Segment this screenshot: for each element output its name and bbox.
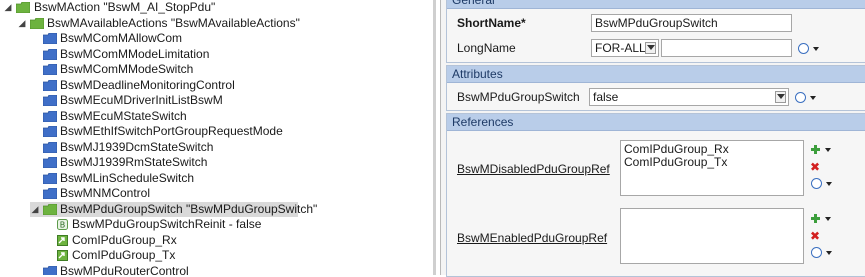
folder-blue-icon	[43, 126, 57, 137]
folder-blue-icon	[43, 79, 57, 91]
folder-blue-icon	[43, 95, 57, 106]
tree-item-label: BswMPduGroupSwitch "BswMPduGroupSwitch"	[60, 201, 318, 216]
general-section: General ShortName* BswMPduGroupSwitch Lo…	[446, 0, 865, 63]
delete-icon[interactable]: ✖	[810, 161, 820, 173]
tree-item[interactable]: BswMLinScheduleSwitch	[0, 171, 433, 186]
tree-item-label: BswMEcuMDriverInitListBswM	[60, 93, 223, 107]
folder-blue-icon	[43, 48, 57, 60]
chevron-down-icon[interactable]: ◢	[17, 16, 27, 31]
longname-label: LongName	[457, 41, 516, 55]
chevron-down-icon[interactable]	[813, 47, 819, 51]
longname-language-value: FOR-ALL	[595, 41, 646, 55]
tree-item[interactable]: BswMEcuMDriverInitListBswM	[0, 93, 433, 108]
tree-item[interactable]: BswMEthIfSwitchPortGroupRequestMode	[0, 124, 433, 139]
tree-item-label: BswMDeadlineMonitoringControl	[60, 77, 235, 92]
longname-language-select[interactable]: FOR-ALL	[591, 39, 659, 57]
tree-item[interactable]: BswMDeadlineMonitoringControl	[0, 78, 433, 93]
pdu-group-switch-value: false	[593, 90, 619, 104]
tree-item-label: BswMPduGroupSwitchReinit - false	[72, 217, 262, 231]
tree-item-label: BswMComMAllowCom	[60, 31, 183, 45]
tree-item[interactable]: BswMEcuMStateSwitch	[0, 109, 433, 124]
disabled-pdu-group-ref-link[interactable]: BswMDisabledPduGroupRef	[457, 162, 610, 176]
pdu-group-switch-select[interactable]: false	[589, 88, 789, 106]
tree-item-parameter[interactable]: B BswMPduGroupSwitchReinit - false	[0, 217, 433, 232]
add-icon[interactable]	[811, 145, 820, 154]
tree-item-label: BswMComMModeLimitation	[60, 46, 210, 61]
general-section-header[interactable]: General	[447, 0, 865, 9]
chevron-down-icon[interactable]	[645, 42, 656, 54]
tree-item[interactable]: BswMPduRouterControl	[0, 263, 433, 276]
folder-blue-icon	[43, 33, 57, 44]
tree-item-label: ComIPduGroup_Rx	[72, 232, 177, 247]
clear-icon[interactable]	[798, 43, 809, 54]
shortname-field[interactable]: BswMPduGroupSwitch	[591, 14, 792, 32]
folder-green-icon	[16, 2, 30, 13]
attributes-section: Attributes BswMPduGroupSwitch false	[446, 65, 865, 111]
tree-item-label: BswMEthIfSwitchPortGroupRequestMode	[60, 124, 283, 138]
properties-panel: General ShortName* BswMPduGroupSwitch Lo…	[440, 0, 865, 277]
disabled-pdu-group-ref-list[interactable]: ComIPduGroup_Rx ComIPduGroup_Tx	[620, 140, 804, 196]
tree-view[interactable]: ◢ BswMAction "BswM_AI_StopPdu" ◢ BswMAva…	[0, 0, 433, 275]
clear-icon[interactable]	[811, 178, 822, 189]
tree-item[interactable]: BswMNMControl	[0, 186, 433, 201]
tree-item-label: ComIPduGroup_Tx	[72, 248, 176, 262]
tree-item-label: BswMAvailableActions "BswMAvailableActio…	[47, 15, 300, 30]
chevron-down-icon[interactable]	[826, 182, 832, 186]
chevron-down-icon[interactable]	[825, 217, 831, 221]
add-icon[interactable]	[811, 214, 820, 223]
clear-icon[interactable]	[795, 92, 806, 103]
parameter-icon: B	[57, 219, 68, 230]
tree-item-label: BswMJ1939RmStateSwitch	[60, 155, 208, 169]
references-section: References BswMDisabledPduGroupRef ComIP…	[446, 113, 865, 277]
tree-item[interactable]: BswMJ1939RmStateSwitch	[0, 155, 433, 170]
folder-blue-icon	[43, 188, 57, 199]
tree-item[interactable]: BswMComMModeSwitch	[0, 62, 433, 77]
references-section-header[interactable]: References	[447, 114, 865, 131]
tree-item-pdu-group-switch[interactable]: ◢ BswMPduGroupSwitch "BswMPduGroupSwitch…	[30, 201, 317, 217]
tree-item-label: BswMNMControl	[60, 186, 151, 200]
pdu-group-switch-label: BswMPduGroupSwitch	[457, 90, 580, 104]
tree-item-label: BswMLinScheduleSwitch	[60, 170, 195, 185]
folder-blue-icon	[43, 110, 57, 122]
tree-item-reference[interactable]: ComIPduGroup_Rx	[0, 233, 433, 248]
chevron-down-icon[interactable]	[826, 251, 832, 255]
chevron-down-icon[interactable]: ◢	[3, 0, 13, 15]
tree-scrollbar[interactable]	[433, 0, 436, 275]
delete-icon[interactable]: ✖	[810, 230, 820, 242]
enabled-pdu-group-ref-link[interactable]: BswMEnabledPduGroupRef	[457, 231, 607, 245]
attributes-section-header[interactable]: Attributes	[447, 66, 865, 83]
tree-item-label: BswMEcuMStateSwitch	[60, 108, 187, 123]
chevron-down-icon[interactable]: ◢	[30, 202, 40, 217]
list-item[interactable]: ComIPduGroup_Tx	[624, 156, 800, 169]
folder-blue-icon	[43, 141, 57, 153]
chevron-down-icon[interactable]	[825, 148, 831, 152]
tree-item-label: BswMJ1939DcmStateSwitch	[60, 139, 214, 154]
enabled-pdu-group-ref-list[interactable]	[620, 208, 804, 264]
folder-blue-icon	[43, 157, 57, 168]
chevron-down-icon[interactable]	[775, 91, 786, 103]
tree-item-reference[interactable]: ComIPduGroup_Tx	[0, 248, 433, 263]
shortname-label: ShortName*	[457, 16, 526, 30]
tree-item[interactable]: BswMComMAllowCom	[0, 31, 433, 46]
tree-item-label: BswMComMModeSwitch	[60, 62, 194, 76]
tree-item-available-actions[interactable]: ◢ BswMAvailableActions "BswMAvailableAct…	[0, 16, 433, 31]
chevron-down-icon[interactable]	[810, 96, 816, 100]
tree-item-label: BswMAction "BswM_AI_StopPdu"	[34, 0, 216, 14]
svg-text:B: B	[60, 221, 66, 230]
tree-item[interactable]: BswMJ1939DcmStateSwitch	[0, 140, 433, 155]
tree-item-label: BswMPduRouterControl	[60, 263, 189, 276]
tree-item[interactable]: BswMComMModeLimitation	[0, 47, 433, 62]
folder-green-icon	[43, 203, 57, 215]
folder-green-icon	[30, 17, 44, 29]
folder-blue-icon	[43, 172, 57, 184]
folder-blue-icon	[43, 265, 57, 275]
clear-icon[interactable]	[811, 247, 822, 258]
reference-icon	[57, 234, 68, 246]
folder-blue-icon	[43, 64, 57, 75]
longname-field[interactable]	[661, 39, 792, 57]
tree-item-bswm-action[interactable]: ◢ BswMAction "BswM_AI_StopPdu"	[0, 0, 433, 15]
reference-icon	[57, 250, 68, 261]
